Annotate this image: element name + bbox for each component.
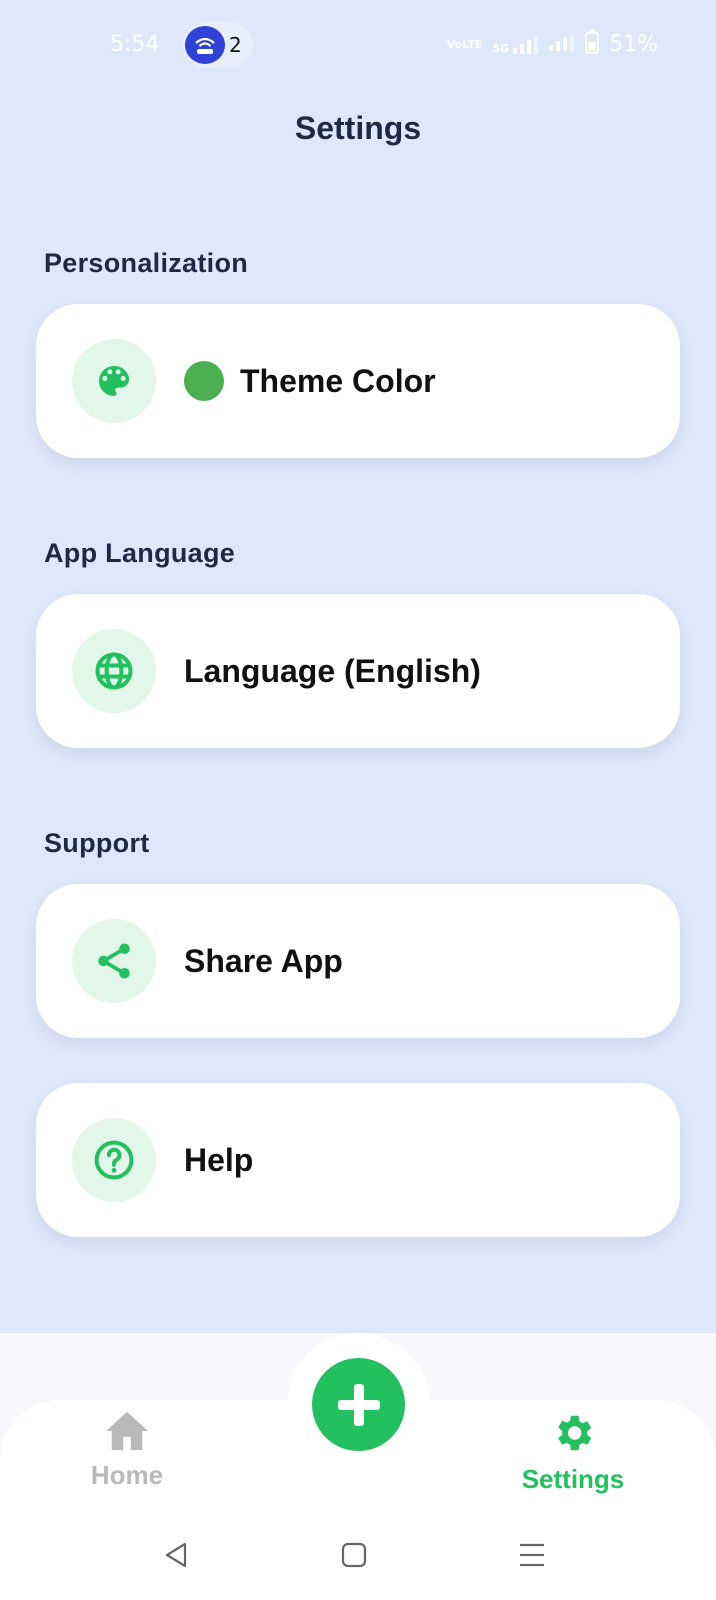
theme-color-swatch <box>184 361 224 401</box>
back-button[interactable] <box>156 1535 196 1575</box>
nav-settings-label: Settings <box>521 1464 625 1494</box>
help-circle-icon <box>72 1118 156 1202</box>
battery-icon <box>585 30 600 59</box>
battery-percent: 51% <box>609 32 658 57</box>
plus-icon <box>337 1383 380 1426</box>
volte-label: VoLTE <box>446 38 483 51</box>
back-triangle-icon <box>165 1542 187 1568</box>
section-label-app-language: App Language <box>44 538 236 568</box>
palette-icon <box>72 339 156 423</box>
notification-chip[interactable]: 2 <box>183 22 253 68</box>
nav-home[interactable]: Home <box>47 1410 207 1491</box>
status-icons: VoLTE 5G 51% <box>447 30 658 59</box>
home-icon <box>106 1411 148 1451</box>
5g-label: 5G <box>492 41 510 55</box>
status-time: 5:54 <box>110 32 160 57</box>
theme-color-label: Theme Color <box>240 362 436 399</box>
help-label: Help <box>184 1141 254 1178</box>
help-card[interactable]: Help <box>36 1083 680 1237</box>
notification-count: 2 <box>229 33 242 57</box>
status-bar: 5:54 2 VoLTE 5G 51% <box>0 0 716 90</box>
signal-5g-icon: 5G <box>492 35 539 55</box>
language-label: Language (English) <box>184 652 481 689</box>
nav-settings[interactable]: Settings <box>493 1410 653 1495</box>
theme-color-card[interactable]: Theme Color <box>36 304 680 458</box>
section-label-support: Support <box>44 828 150 858</box>
square-icon <box>341 1542 367 1568</box>
recents-button[interactable] <box>512 1535 552 1575</box>
hotspot-icon <box>185 26 225 64</box>
language-card[interactable]: Language (English) <box>36 594 680 748</box>
add-button[interactable] <box>312 1358 405 1451</box>
page-title: Settings <box>294 110 422 146</box>
fab-container <box>287 1333 430 1476</box>
share-icon <box>72 919 156 1003</box>
share-app-label: Share App <box>184 942 343 979</box>
share-app-card[interactable]: Share App <box>36 884 680 1038</box>
nav-home-label: Home <box>90 1460 164 1490</box>
system-nav-bar <box>0 1535 716 1575</box>
gear-icon <box>558 1415 592 1451</box>
globe-icon <box>72 629 156 713</box>
signal-icon <box>549 33 575 56</box>
home-system-button[interactable] <box>334 1535 374 1575</box>
menu-lines-icon <box>520 1543 544 1567</box>
section-label-personalization: Personalization <box>44 248 249 278</box>
